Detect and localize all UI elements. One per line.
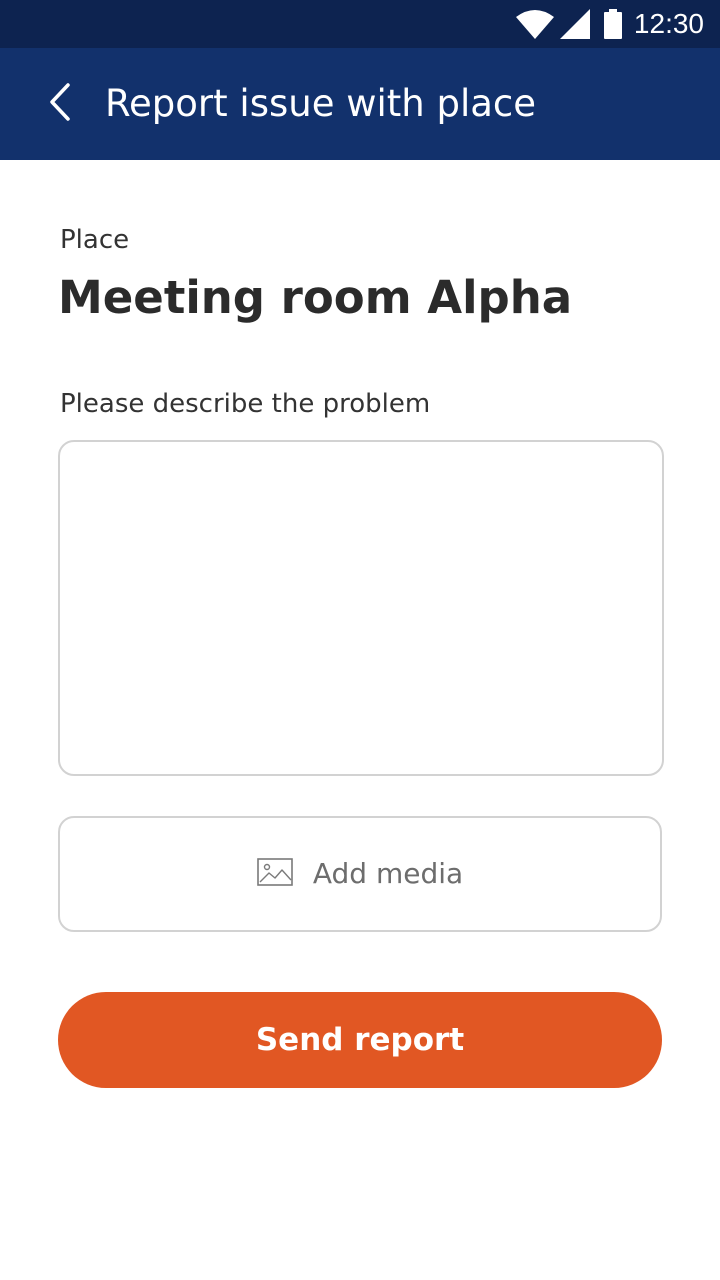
wifi-icon <box>515 9 554 39</box>
signal-icon <box>559 9 590 39</box>
status-time: 12:30 <box>633 8 704 39</box>
image-icon <box>257 858 293 890</box>
page-title: Report issue with place <box>105 82 537 125</box>
add-media-label: Add media <box>312 857 464 890</box>
status-icons: 12:30 <box>515 0 704 48</box>
add-media-button[interactable]: Add media <box>58 816 662 932</box>
send-report-label: Send report <box>255 1022 465 1058</box>
description-label: Please describe the problem <box>60 389 431 419</box>
back-button[interactable] <box>28 72 92 136</box>
send-report-button[interactable]: Send report <box>58 992 662 1088</box>
description-field[interactable] <box>58 440 664 776</box>
place-label: Place <box>60 225 130 255</box>
battery-icon <box>603 9 622 39</box>
place-name: Meeting room Alpha <box>58 271 573 324</box>
chevron-left-icon <box>48 82 72 126</box>
app-bar: Report issue with place <box>0 48 720 160</box>
status-bar: 12:30 <box>0 0 720 48</box>
